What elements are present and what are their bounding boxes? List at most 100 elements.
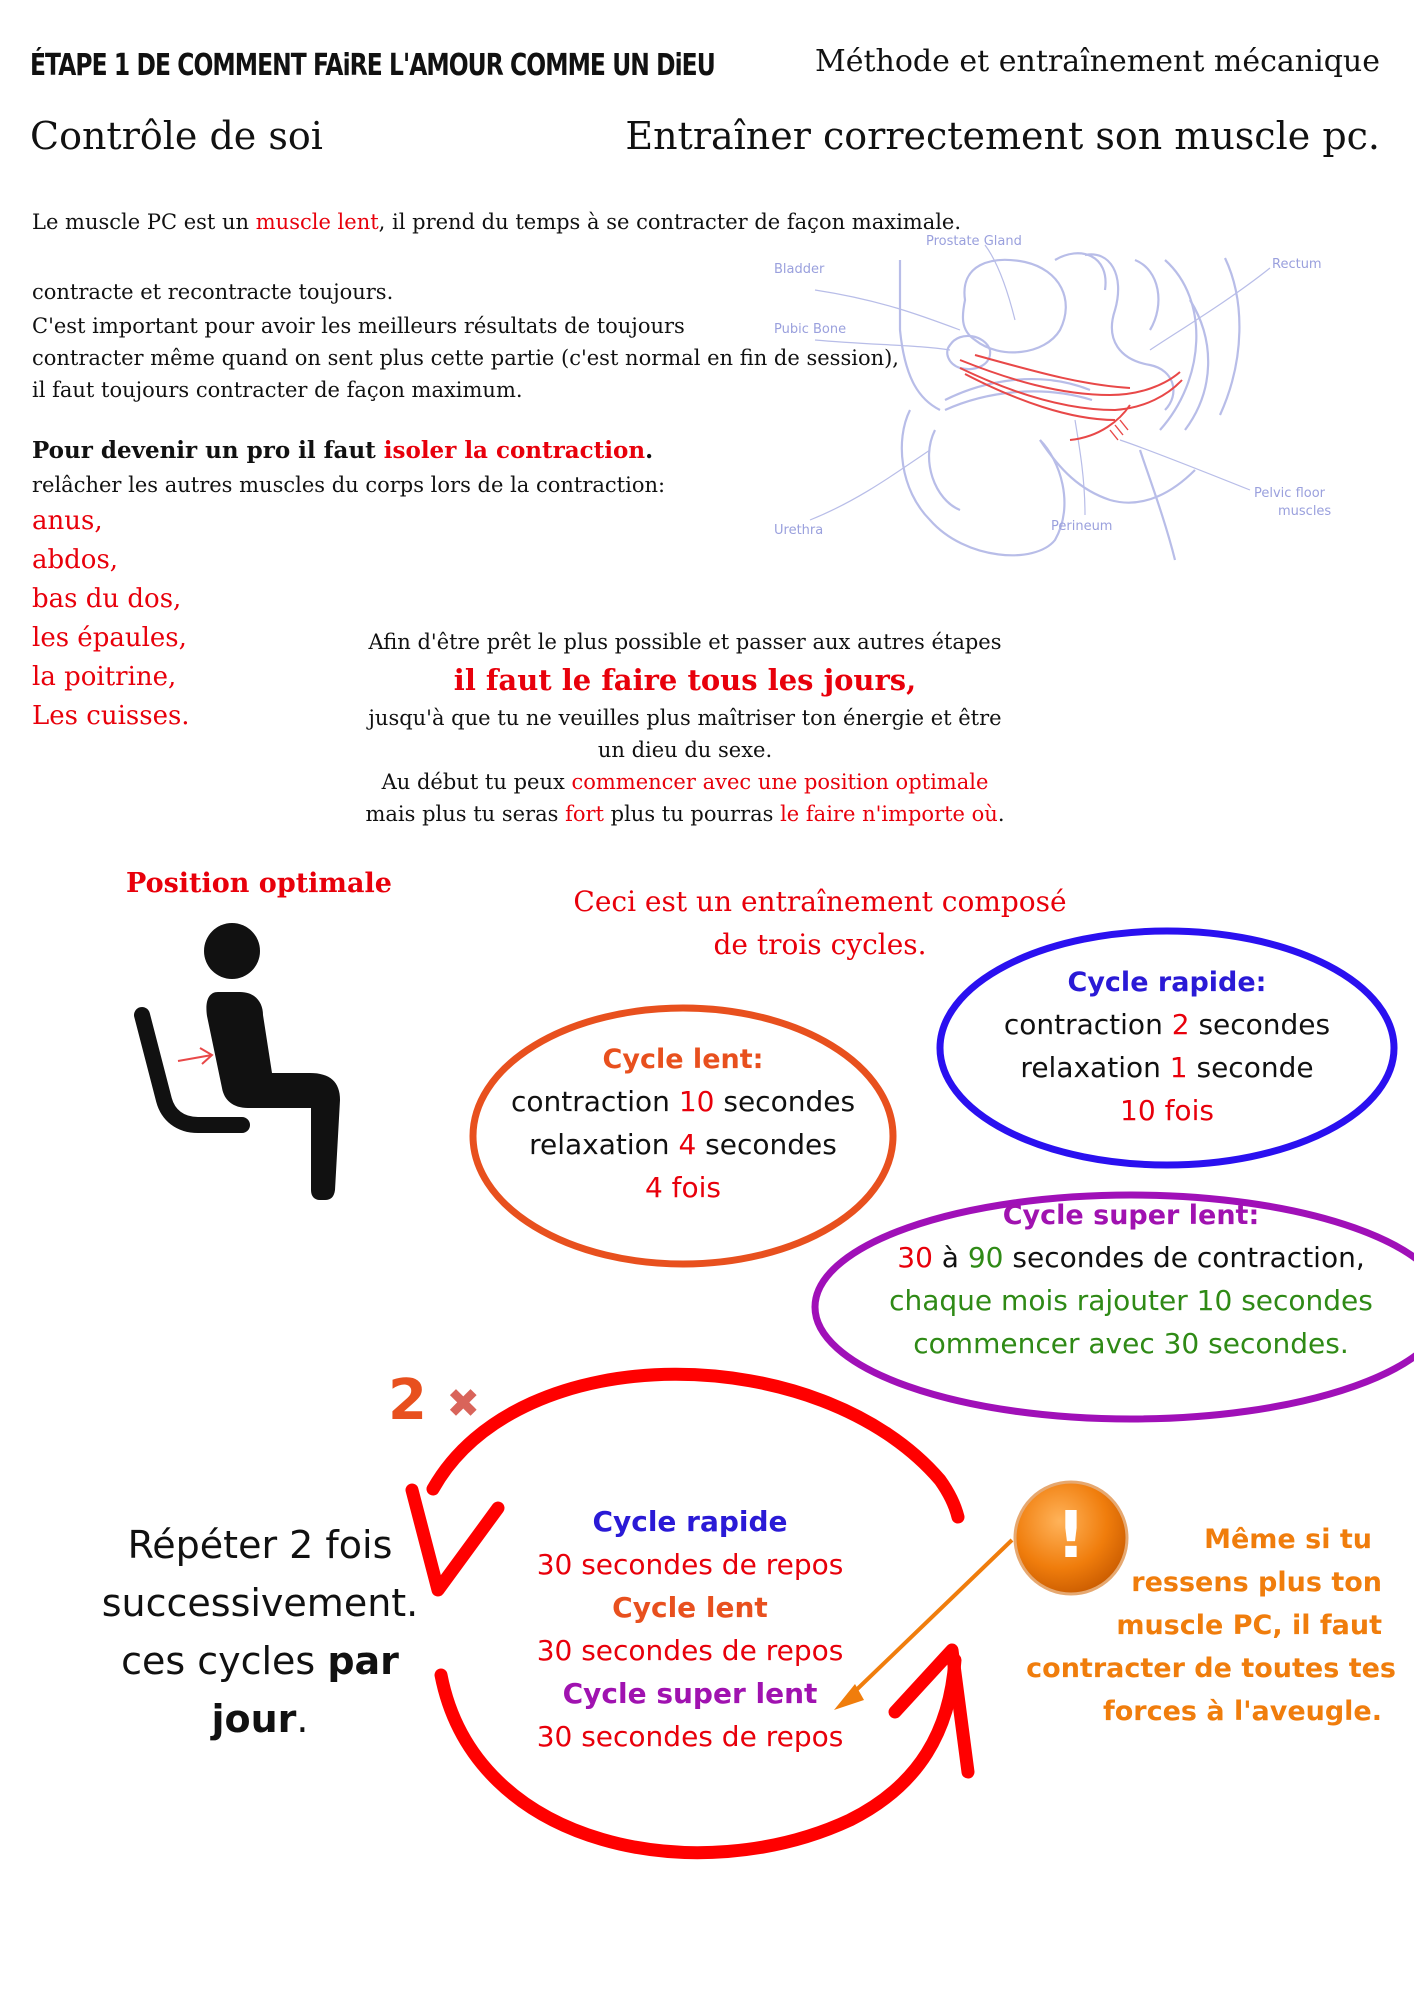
repeat-bold: par (327, 1639, 399, 1683)
training-intro-line: de trois cycles. (713, 928, 927, 961)
list-item: Les cuisses. (32, 701, 190, 731)
cycle-arrowhead-right (888, 1643, 975, 1779)
advice-highlight: commencer avec une position optimale (571, 770, 989, 794)
intro-line-1: Le muscle PC est un muscle lent, il pren… (32, 206, 961, 238)
sequence-cycle-lent: Cycle lent (612, 1591, 768, 1624)
advice-line-5: Au début tu peux commencer avec une posi… (325, 766, 1045, 798)
warning-line: forces à l'aveugle. (1102, 1696, 1382, 1727)
intro-line-3: C'est important pour avoir les meilleurs… (32, 314, 685, 338)
position-title: Position optimale (126, 868, 392, 899)
cycle-number: 30 (897, 1241, 933, 1274)
cycle-text: relaxation (1020, 1051, 1170, 1084)
sequence-rest: 30 secondes de repos (536, 1634, 844, 1667)
advice-emphasis: il faut le faire tous les jours, (453, 663, 917, 697)
cycle-number: 90 (967, 1241, 1004, 1274)
repeat-bold: jour (211, 1697, 297, 1741)
cycle-number: 1 (1169, 1051, 1188, 1084)
cycle-number: 4 (678, 1128, 697, 1161)
cycle-rapide-times: 10 fois (1120, 1094, 1214, 1127)
cycle-text: seconde (1187, 1051, 1314, 1084)
sequence-rest: 30 secondes de repos (536, 1720, 844, 1753)
cycle-rapide-contraction: contraction 2 secondes (940, 1003, 1394, 1046)
advice-line-3: jusqu'à que tu ne veuilles plus maîtrise… (368, 706, 1002, 730)
cycle-rapide-relaxation: relaxation 1 seconde (940, 1046, 1394, 1089)
cycle-text: contraction (1003, 1008, 1172, 1041)
repeat-line: Répéter 2 fois (127, 1523, 393, 1567)
sequence-cycle-rapide: Cycle rapide (592, 1505, 788, 1538)
intro-text: , il prend du temps à se contracter de f… (378, 210, 962, 234)
isolation-heading: Pour devenir un pro il faut isoler la co… (32, 435, 653, 467)
cycle-text: secondes (1189, 1008, 1331, 1041)
list-item: les épaules, (32, 623, 187, 653)
cycle-text: relaxation (529, 1128, 679, 1161)
cycle-super-start: commencer avec 30 secondes. (913, 1327, 1349, 1360)
cycle-rapide: Cycle rapide: contraction 2 secondes rel… (940, 963, 1394, 1132)
sequence-rest: 30 secondes de repos (536, 1548, 844, 1581)
repeat-instruction: Répéter 2 fois successivement. ces cycle… (50, 1516, 470, 1748)
isolation-heading-text: Pour devenir un pro il faut (32, 437, 384, 464)
cycle-lent-relaxation: relaxation 4 secondes (473, 1123, 893, 1166)
warning-line: muscle PC, il faut (1116, 1610, 1382, 1641)
cycle-super-lent: Cycle super lent: 30 à 90 secondes de co… (835, 1196, 1414, 1365)
intro-text: Le muscle PC est un (32, 210, 256, 234)
isolation-heading-end: . (645, 437, 654, 464)
page-title: ÉTAPE 1 DE COMMENT FAiRE L'AMOUR COMME U… (30, 48, 716, 83)
cycle-rapide-title: Cycle rapide: (1067, 967, 1267, 998)
cycle-text: à (932, 1241, 968, 1274)
training-intro: Ceci est un entraînement composé de troi… (560, 880, 1080, 966)
list-item: la poitrine, (32, 662, 177, 692)
warning-line: contracter de toutes tes (1026, 1653, 1396, 1684)
label-pelvic-floor: Pelvic floor (1254, 486, 1326, 501)
isolation-subtext: relâcher les autres muscles du corps lor… (32, 473, 666, 497)
advice-line-4: un dieu du sexe. (597, 738, 773, 762)
cycle-arrow-top (426, 1367, 965, 1524)
cycle-text: secondes de contraction, (1003, 1241, 1365, 1274)
warning-line: Même si tu (1204, 1524, 1372, 1555)
label-perineum: Perineum (1051, 519, 1112, 534)
repeat-line: successivement. (101, 1581, 419, 1625)
list-item: bas du dos, (32, 584, 182, 614)
page-subtitle: Méthode et entraînement mécanique (815, 44, 1380, 79)
intro-line-2: contracte et recontracte toujours. (32, 280, 394, 304)
intro-highlight: muscle lent (255, 210, 379, 234)
repeat-text: . (296, 1697, 309, 1741)
section-title-left: Contrôle de soi (30, 114, 323, 158)
intro-line-5: il faut toujours contracter de façon max… (32, 378, 523, 402)
repeat-line: jour. (50, 1690, 470, 1748)
label-pelvic-muscles: muscles (1278, 504, 1331, 519)
repeat-text: ces cycles (121, 1639, 328, 1683)
label-bladder: Bladder (774, 262, 825, 277)
multiplier: 2 ✖ (388, 1366, 480, 1439)
label-pubic-bone: Pubic Bone (774, 322, 846, 337)
times-icon: ✖ (446, 1380, 480, 1427)
advice-line-1: Afin d'être prêt le plus possible et pas… (368, 630, 1002, 654)
isolation-highlight: isoler la contraction (383, 437, 646, 464)
cycle-super-progression: chaque mois rajouter 10 secondes (889, 1284, 1373, 1317)
advice-text: mais plus tu seras (365, 802, 566, 826)
cycle-super-duration: 30 à 90 secondes de contraction, (835, 1236, 1414, 1279)
label-urethra: Urethra (774, 523, 823, 538)
training-intro-line: Ceci est un entraînement composé (573, 885, 1067, 918)
cycle-number: 2 (1171, 1008, 1190, 1041)
warning-text: Même si tu ressens plus ton muscle PC, i… (1016, 1518, 1406, 1733)
cycle-lent-times: 4 fois (644, 1171, 722, 1204)
cycle-text: secondes (714, 1085, 856, 1118)
advice-highlight: fort (565, 802, 604, 826)
repeat-line: ces cycles par (50, 1632, 470, 1690)
cycle-number: 10 (678, 1085, 715, 1118)
advice-block: Afin d'être prêt le plus possible et pas… (325, 626, 1045, 830)
advice-text: Au début tu peux (381, 770, 572, 794)
intro-line-4: contracter même quand on sent plus cette… (32, 346, 899, 370)
cycle-lent: Cycle lent: contraction 10 secondes rela… (473, 1040, 893, 1209)
muscle-list: anus, abdos, bas du dos, les épaules, la… (32, 502, 190, 736)
advice-text: plus tu pourras (603, 802, 781, 826)
cycle-text: secondes (696, 1128, 837, 1161)
cycle-lent-title: Cycle lent: (602, 1044, 764, 1075)
advice-text: . (997, 802, 1005, 826)
section-title-right: Entraîner correctement son muscle pc. (625, 114, 1380, 158)
advice-highlight: le faire n'importe où (780, 802, 998, 826)
cycle-text: contraction (510, 1085, 679, 1118)
multiplier-number: 2 (388, 1368, 427, 1433)
sequence-cycle-super-lent: Cycle super lent (562, 1677, 818, 1710)
daily-sequence: Cycle rapide 30 secondes de repos Cycle … (490, 1500, 890, 1758)
